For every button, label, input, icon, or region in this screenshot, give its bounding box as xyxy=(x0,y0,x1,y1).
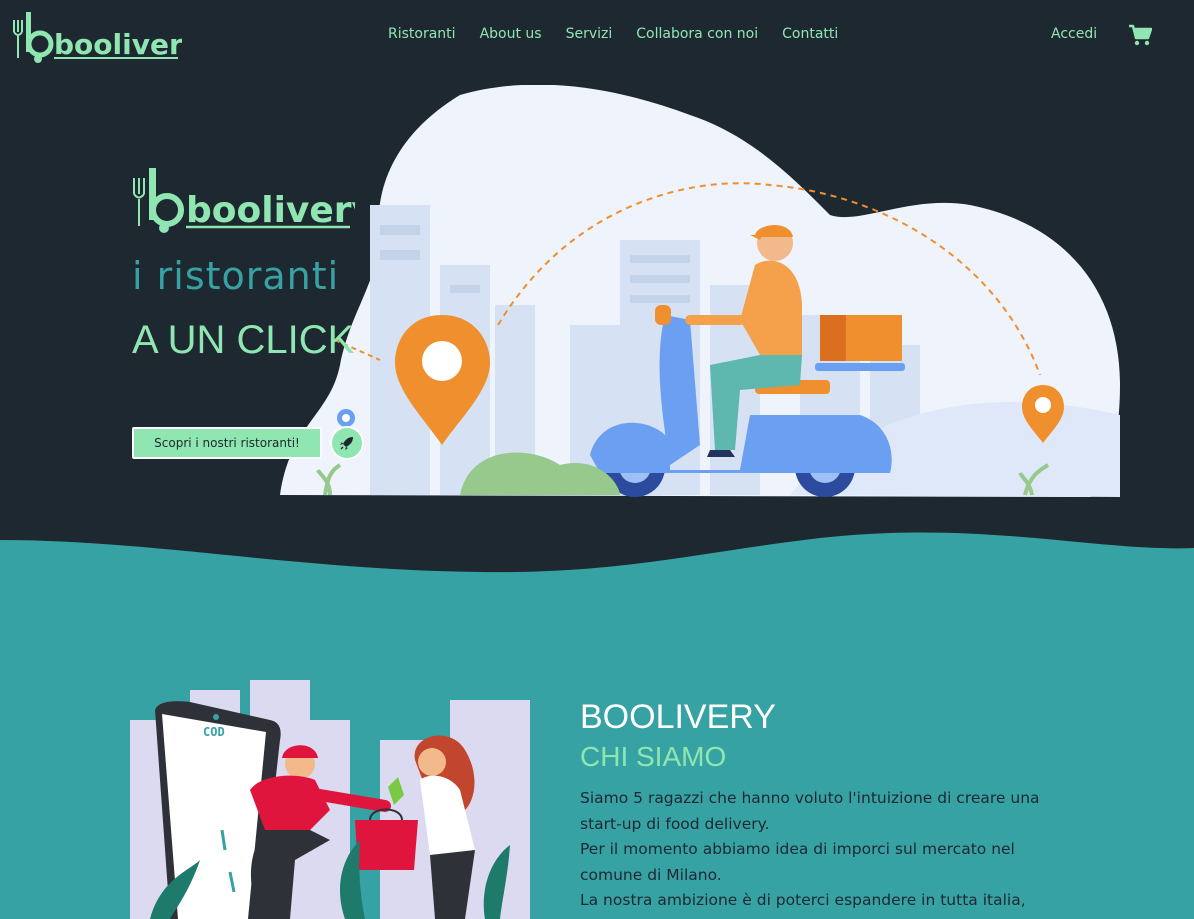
about-illustration: COD xyxy=(130,680,530,919)
hero-tagline: i ristoranti xyxy=(132,254,340,298)
brand-logo-text: boolivery xyxy=(54,28,182,61)
delivery-scooter-illustration xyxy=(280,85,1120,497)
hero-brand-logo: boolivery xyxy=(133,168,355,233)
login-link[interactable]: Accedi xyxy=(1051,26,1097,42)
about-title: BOOLIVERY xyxy=(580,698,776,736)
nav-link-about-us[interactable]: About us xyxy=(480,26,542,42)
illustration-phone-label: COD xyxy=(203,725,225,739)
nav-link-servizi[interactable]: Servizi xyxy=(566,26,613,42)
brand-logo[interactable]: boolivery xyxy=(10,8,182,64)
about-subtitle: CHI SIAMO xyxy=(580,741,727,772)
cart-icon[interactable] xyxy=(1128,24,1152,46)
about-paragraph: Siamo 5 ragazzi che hanno voluto l'intui… xyxy=(580,789,1040,833)
nav-link-contatti[interactable]: Contatti xyxy=(782,26,838,42)
about-paragraph: Per il momento abbiamo idea di imporci s… xyxy=(580,840,1015,884)
main-nav: Ristoranti About us Servizi Collabora co… xyxy=(388,26,838,42)
nav-link-ristoranti[interactable]: Ristoranti xyxy=(388,26,456,42)
hero-headline: A UN CLICK xyxy=(132,318,355,362)
discover-restaurants-button[interactable]: Scopri i nostri ristoranti! xyxy=(132,427,322,459)
nav-link-collabora[interactable]: Collabora con noi xyxy=(636,26,758,42)
hero-brand-logo-text: boolivery xyxy=(186,190,355,231)
about-paragraph: La nostra ambizione è di poterci espande… xyxy=(580,891,1026,909)
about-description: Siamo 5 ragazzi che hanno voluto l'intui… xyxy=(580,786,1060,914)
rocket-button[interactable] xyxy=(330,426,364,460)
rocket-icon xyxy=(340,437,353,450)
hero-section: boolivery Ristoranti About us Servizi Co… xyxy=(0,0,1194,600)
